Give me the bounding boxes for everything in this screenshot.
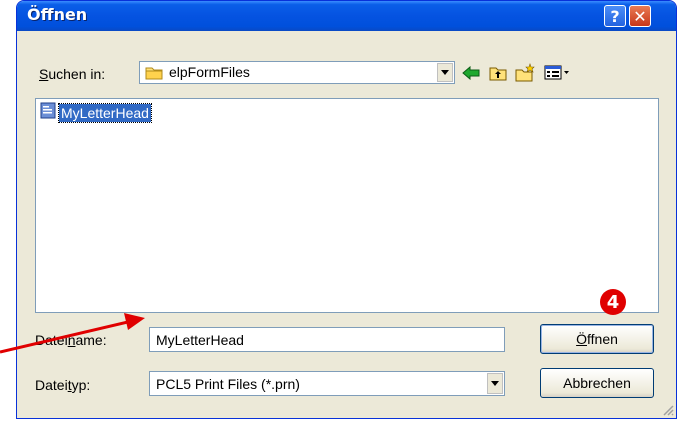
open-file-dialog: Öffnen ? ✕ Suchen in: elpFormFiles MyLet…	[16, 0, 677, 419]
open-accel: Ö	[576, 331, 587, 347]
document-icon	[40, 102, 56, 124]
file-list[interactable]: MyLetterHead	[35, 98, 659, 313]
open-button[interactable]: Öffnen	[540, 324, 654, 354]
filetype-select[interactable]: PCL5 Print Files (*.prn)	[149, 371, 505, 396]
lookin-combobox[interactable]: elpFormFiles	[139, 61, 455, 84]
filetype-dropdown-button[interactable]	[487, 373, 503, 394]
filetype-label: Dateityp:	[35, 377, 91, 393]
back-arrow-icon[interactable]	[460, 62, 482, 84]
open-label: ffnen	[587, 331, 618, 347]
lookin-label: Suchen in:	[39, 66, 106, 82]
up-folder-icon[interactable]	[487, 62, 509, 84]
help-icon: ?	[610, 6, 620, 26]
folder-icon	[145, 65, 163, 85]
window-title: Öffnen	[27, 5, 88, 24]
lookin-value: elpFormFiles	[169, 64, 250, 80]
new-folder-icon[interactable]	[514, 62, 536, 84]
view-menu-icon[interactable]	[543, 62, 571, 84]
chevron-down-icon	[491, 381, 499, 386]
close-icon: ✕	[633, 6, 647, 26]
cancel-label: Abbrechen	[563, 375, 631, 391]
help-button[interactable]: ?	[604, 5, 626, 27]
title-bar: Öffnen ? ✕	[17, 1, 676, 31]
filetype-value: PCL5 Print Files (*.prn)	[156, 376, 300, 392]
filename-label: Dateiname:	[35, 332, 107, 348]
lookin-dropdown-button[interactable]	[437, 63, 453, 82]
list-item[interactable]: MyLetterHead	[40, 102, 152, 124]
resize-grip-icon[interactable]	[662, 404, 674, 416]
step-badge: 4	[600, 289, 626, 315]
filename-value: MyLetterHead	[156, 332, 244, 348]
chevron-down-icon	[441, 70, 449, 75]
close-button[interactable]: ✕	[629, 5, 651, 27]
file-name: MyLetterHead	[58, 103, 152, 123]
cancel-button[interactable]: Abbrechen	[540, 368, 654, 398]
filename-input[interactable]: MyLetterHead	[149, 327, 505, 352]
